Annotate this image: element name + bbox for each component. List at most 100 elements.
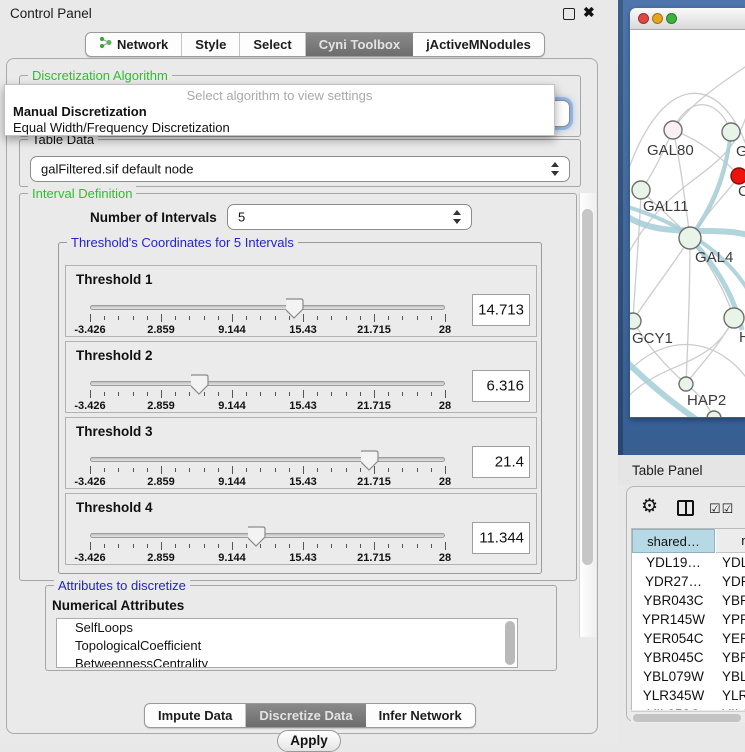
slider-tick [417, 316, 418, 320]
network-node-gal11-node[interactable] [632, 181, 650, 199]
attribute-item-selfloops[interactable]: SelfLoops [57, 619, 517, 637]
network-icon [99, 33, 112, 56]
gear-icon[interactable]: ⚙ [641, 497, 658, 516]
list-scrollbar[interactable] [505, 621, 515, 667]
checkbox-icons[interactable]: ☑☑ [709, 501, 734, 517]
numerical-attributes-list[interactable]: SelfLoopsTopologicalCoefficientBetweenne… [56, 618, 518, 668]
slider-tick [275, 544, 276, 548]
combobox-stepper-icon[interactable] [551, 162, 560, 176]
slider-handle[interactable] [248, 526, 266, 552]
slider-handle[interactable] [286, 298, 304, 324]
table-row[interactable]: YPR145WYPR1 [632, 612, 745, 631]
column-header-shared-[interactable]: shared… [632, 529, 715, 553]
split-columns-icon[interactable] [677, 500, 694, 516]
slider-track[interactable] [90, 305, 445, 310]
network-edge[interactable] [686, 318, 734, 384]
tab-cyni-toolbox[interactable]: Cyni Toolbox [306, 33, 413, 56]
network-node-bottom-node[interactable] [707, 411, 721, 417]
apply-button[interactable]: Apply [277, 730, 341, 752]
network-node-gal80-node[interactable] [664, 121, 682, 139]
slider-tick [232, 466, 233, 474]
tab-jactivemnodules[interactable]: jActiveMNodules [413, 33, 544, 56]
network-edge[interactable] [690, 132, 731, 238]
table-row[interactable]: YER054CYER0 [632, 631, 745, 650]
node-attribute-table[interactable]: shared…name YDL19…YDL1YDR27…YDR2YBR043CYB… [631, 528, 745, 710]
slider-handle[interactable] [191, 374, 209, 400]
slider-track[interactable] [90, 457, 445, 462]
slider-tick [133, 316, 134, 320]
slider-tick-label: 9.144 [218, 324, 246, 336]
slider-tick-label: -3.426 [74, 400, 105, 412]
slider-tick-label: 28 [439, 324, 451, 336]
scrollbar-thumb[interactable] [633, 714, 741, 722]
slider-track[interactable] [90, 533, 445, 538]
float-window-icon[interactable] [563, 8, 575, 20]
column-header-name[interactable]: name [716, 529, 745, 553]
table-row[interactable]: YBR043CYBR0 [632, 593, 745, 612]
threshold-panel-3: Threshold 3-3.4262.8599.14415.4321.71528… [65, 417, 537, 489]
dropdown-item-equal-width-frequency-discretization[interactable]: Equal Width/Frequency Discretization [5, 120, 554, 136]
tab-infer-network[interactable]: Infer Network [366, 704, 475, 727]
tab-network[interactable]: Network [86, 33, 182, 56]
table-row[interactable]: YBL079WYBL0 [632, 669, 745, 688]
table-row[interactable]: YDR27…YDR2 [632, 574, 745, 593]
slider-tick [388, 316, 389, 320]
slider-tick [147, 468, 148, 472]
threshold-value-field[interactable]: 21.4 [472, 446, 530, 478]
threshold-value-field[interactable]: 6.316 [472, 370, 530, 402]
slider-tick [431, 468, 432, 472]
mac-zoom-button[interactable] [666, 13, 677, 24]
threshold-slider[interactable]: -3.4262.8599.14415.4321.71528 [90, 372, 450, 412]
threshold-slider[interactable]: -3.4262.8599.14415.4321.71528 [90, 524, 450, 564]
threshold-value-field[interactable]: 11.344 [472, 522, 530, 554]
tab-discretize-data[interactable]: Discretize Data [246, 704, 365, 727]
network-node-top-right-node[interactable] [722, 123, 740, 141]
number-of-intervals-combobox[interactable]: 5 [227, 204, 472, 230]
mac-minimize-button[interactable] [652, 13, 663, 24]
dropdown-item-manual-discretization[interactable]: Manual Discretization [5, 104, 554, 120]
threshold-value-field[interactable]: 14.713 [472, 294, 530, 326]
slider-tick [118, 392, 119, 396]
table-row[interactable]: YDL19…YDL1 [632, 555, 745, 574]
table-row[interactable]: YBR045CYBR0 [632, 650, 745, 669]
slider-tick-label: 28 [439, 476, 451, 488]
table-data-combobox[interactable]: galFiltered.sif default node [30, 156, 570, 182]
slider-tick [275, 316, 276, 320]
attribute-item-betweennesscentrality[interactable]: BetweennessCentrality [57, 655, 517, 668]
cell-shared-name: YLR345W [632, 688, 715, 703]
threshold-slider[interactable]: -3.4262.8599.14415.4321.71528 [90, 448, 450, 488]
network-edge[interactable] [633, 238, 690, 321]
network-edge-highlighted[interactable] [690, 132, 731, 238]
slider-tick [104, 316, 105, 320]
threshold-slider[interactable]: -3.4262.8599.14415.4321.71528 [90, 296, 450, 336]
tab-select[interactable]: Select [240, 33, 305, 56]
attribute-item-topologicalcoefficient[interactable]: TopologicalCoefficient [57, 637, 517, 655]
combobox-stepper-icon[interactable] [453, 210, 462, 224]
panel-vertical-scrollbar[interactable] [579, 193, 596, 637]
cell-name: YDL1 [722, 555, 745, 570]
network-node-hap2-node[interactable] [679, 377, 693, 391]
cell-name: YBR0 [722, 593, 745, 608]
table-row[interactable]: YLR345WYLR3 [632, 688, 745, 707]
close-icon[interactable]: ✖ [583, 4, 595, 21]
network-node-gcy1-node[interactable] [630, 313, 641, 329]
mac-close-button[interactable] [638, 13, 649, 24]
scrollbar-thumb[interactable] [505, 621, 515, 665]
slider-tick [275, 468, 276, 472]
table-row[interactable]: YIL052CYIL0 [632, 707, 745, 710]
network-node-red-node[interactable] [731, 168, 745, 184]
table-horizontal-scrollbar[interactable] [631, 711, 745, 723]
scrollbar-thumb[interactable] [582, 209, 593, 565]
network-node-gal4-node[interactable] [679, 227, 701, 249]
node-label-c: C [738, 183, 745, 200]
slider-track[interactable] [90, 381, 445, 386]
slider-handle[interactable] [361, 450, 379, 476]
slider-tick-label: 2.859 [147, 400, 175, 412]
node-label-ga: GA [736, 143, 745, 160]
tab-impute-data[interactable]: Impute Data [145, 704, 246, 727]
network-node-h-node[interactable] [724, 308, 744, 328]
slider-tick [275, 392, 276, 396]
network-canvas[interactable]: GAL80GACGAL11GAL4GCY1HHAP2 [630, 30, 745, 417]
tab-style[interactable]: Style [182, 33, 240, 56]
network-edge[interactable] [641, 130, 673, 190]
